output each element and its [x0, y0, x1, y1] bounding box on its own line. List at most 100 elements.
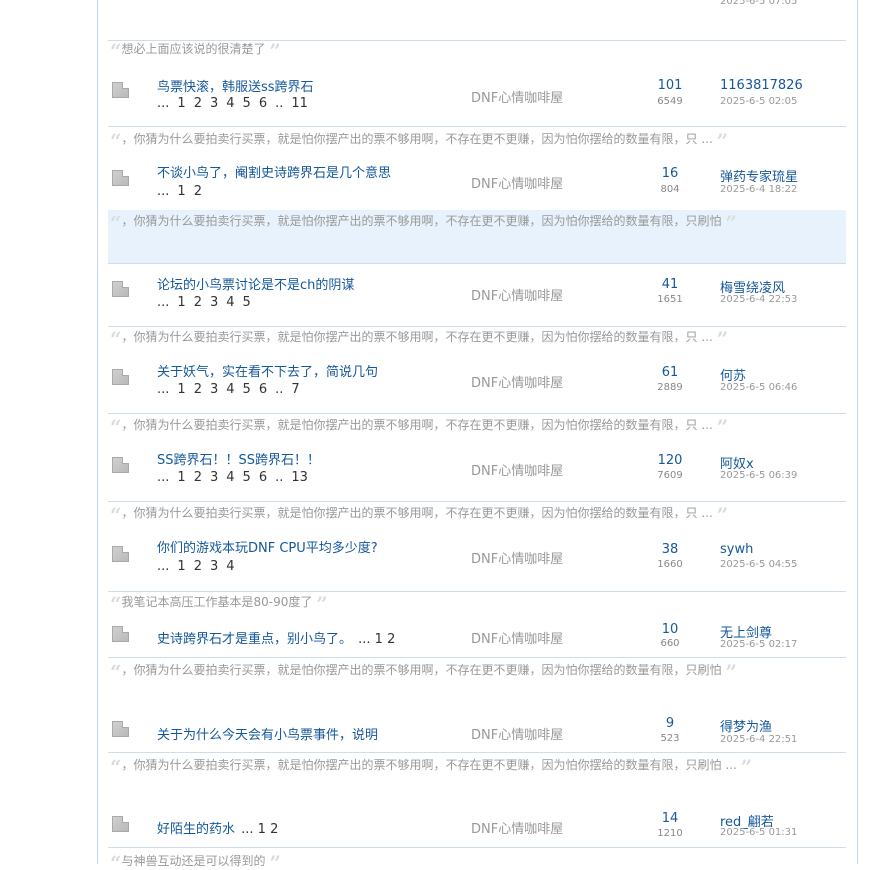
page-link[interactable]: 2	[194, 184, 202, 199]
thread-title-text[interactable]: 史诗跨界石才是重点，别小鸟了。	[157, 632, 352, 647]
page-link[interactable]: ..	[275, 96, 283, 111]
quote-open-icon: “	[110, 755, 122, 779]
page-link[interactable]: 1	[177, 184, 185, 199]
thread-inline-pages[interactable]: ... 1 2	[358, 632, 395, 647]
doc-icon	[112, 721, 129, 737]
thread-inline-pages[interactable]: ... 1 2	[241, 822, 278, 837]
page-link[interactable]: ...	[157, 382, 169, 397]
page-link[interactable]: ...	[157, 295, 169, 310]
page-link[interactable]: 5	[243, 295, 251, 310]
reply-count[interactable]: 101	[638, 78, 702, 93]
reply-count[interactable]: 41	[638, 277, 702, 292]
forum-link[interactable]: DNF心情咖啡屋	[471, 372, 563, 391]
forum-link[interactable]: DNF心情咖啡屋	[471, 460, 563, 479]
page-link[interactable]: 2	[194, 559, 202, 574]
last-poster-link[interactable]: sywh	[720, 542, 753, 557]
view-count: 2889	[657, 382, 683, 393]
quote-preview: “，你猜为什么要拍卖行买票，就是怕你摆产出的票不够用啊，不存在更不更赚，因为怕你…	[108, 659, 846, 711]
page-link[interactable]: ..	[275, 470, 283, 485]
view-count: 804	[660, 184, 680, 195]
last-poster-link[interactable]: 弹药专家琉星	[720, 166, 798, 185]
quote-open-icon: “	[110, 129, 122, 152]
forum-link[interactable]: DNF心情咖啡屋	[471, 173, 563, 192]
page-link[interactable]: 1	[177, 382, 185, 397]
page-link[interactable]: 5	[243, 382, 251, 397]
page-link[interactable]: 7	[291, 382, 299, 397]
page-link[interactable]: 3	[210, 382, 218, 397]
quote-text: 我笔记本高压工作基本是80-90度了	[121, 595, 313, 609]
quote-text: ，你猜为什么要拍卖行买票，就是怕你摆产出的票不够用啊，不存在更不更赚，因为怕你摆…	[121, 132, 713, 146]
thread-title-link[interactable]: 好陌生的药水 ... 1 2	[157, 818, 278, 837]
thread-title-link[interactable]: 你们的游戏本玩DNF CPU平均多少度?	[157, 537, 378, 556]
page-link[interactable]: ...	[157, 470, 169, 485]
page-link[interactable]: 6	[259, 470, 267, 485]
page-link[interactable]: ...	[157, 559, 169, 574]
thread-title-link[interactable]: 关于妖气，实在看不下去了，简说几句	[157, 361, 378, 380]
reply-count[interactable]: 16	[638, 166, 702, 181]
thread-title-link[interactable]: 鸟票快滚，韩服送ss跨界石	[157, 76, 314, 95]
page-link[interactable]: 1	[177, 96, 185, 111]
page-link[interactable]: 2	[194, 382, 202, 397]
page-link[interactable]: 4	[226, 559, 234, 574]
page-link[interactable]: 5	[243, 470, 251, 485]
page-link[interactable]: 1	[177, 295, 185, 310]
thread-title-text[interactable]: 论坛的小鸟票讨论是不是ch的阴谋	[157, 278, 354, 293]
forum-link[interactable]: DNF心情咖啡屋	[471, 548, 563, 567]
thread-title-text[interactable]: 不谈小鸟了，阉割史诗跨界石是几个意思	[157, 166, 391, 181]
view-count: 523	[660, 733, 680, 744]
thread-title-text[interactable]: 关于为什么今天会有小鸟票事件，说明	[157, 728, 378, 743]
page-link[interactable]: 3	[210, 559, 218, 574]
quote-close-icon: ”	[716, 327, 729, 350]
reply-count[interactable]: 38	[638, 542, 702, 557]
page-link[interactable]: 3	[210, 295, 218, 310]
thread-title-text[interactable]: 关于妖气，实在看不下去了，简说几句	[157, 365, 378, 380]
thread-title-text[interactable]: 鸟票快滚，韩服送ss跨界石	[157, 80, 314, 95]
last-poster-link[interactable]: 得梦为渔	[720, 716, 772, 735]
page-link[interactable]: 4	[226, 295, 234, 310]
thread-title-link[interactable]: 关于为什么今天会有小鸟票事件，说明	[157, 724, 378, 743]
thread-title-link[interactable]: 不谈小鸟了，阉割史诗跨界石是几个意思	[157, 162, 391, 181]
page-link[interactable]: 1	[177, 559, 185, 574]
page-link[interactable]: ...	[157, 96, 169, 111]
page-link[interactable]: 6	[259, 382, 267, 397]
thread-title-text[interactable]: 你们的游戏本玩DNF CPU平均多少度?	[157, 541, 378, 556]
page-link[interactable]: 11	[291, 96, 308, 111]
page-link[interactable]: 4	[226, 470, 234, 485]
doc-icon	[112, 170, 129, 186]
forum-link[interactable]: DNF心情咖啡屋	[471, 628, 563, 647]
quote-close-icon: ”	[316, 592, 328, 615]
page-link[interactable]: ...	[157, 184, 169, 199]
reply-count[interactable]: 10	[638, 622, 702, 637]
reply-count[interactable]: 61	[638, 365, 702, 380]
page-link[interactable]: 3	[210, 96, 218, 111]
reply-count[interactable]: 9	[638, 716, 702, 731]
page-link[interactable]: 2	[194, 96, 202, 111]
page-links: ... 1 2 3 4	[157, 559, 243, 574]
reply-count[interactable]: 120	[638, 453, 702, 468]
thread-title-text[interactable]: 好陌生的药水	[157, 822, 235, 837]
page-link[interactable]: 4	[226, 96, 234, 111]
page-link[interactable]: 2	[194, 470, 202, 485]
forum-link[interactable]: DNF心情咖啡屋	[471, 285, 563, 304]
thread-row: 小鸟票收益最终结论 ... 1 2 3DNF心情咖啡屋272767挂2025-6…	[108, 0, 846, 41]
forum-link[interactable]: DNF心情咖啡屋	[471, 87, 563, 106]
page-link[interactable]: 5	[243, 96, 251, 111]
last-poster-link[interactable]: 1163817826	[720, 78, 803, 93]
page-links: ... 1 2 3 4 5 6.. 11	[157, 96, 316, 111]
page-link[interactable]: ..	[275, 382, 283, 397]
thread-title-link[interactable]: 史诗跨界石才是重点，别小鸟了。 ... 1 2	[157, 628, 395, 647]
page-link[interactable]: 13	[291, 470, 308, 485]
page-link[interactable]: 1	[177, 470, 185, 485]
page-link[interactable]: 6	[259, 96, 267, 111]
reply-count[interactable]: 14	[638, 811, 702, 826]
thread-row: 关于妖气，实在看不下去了，简说几句... 1 2 3 4 5 6.. 7 DNF心情咖啡屋 61 2…	[108, 353, 846, 414]
thread-title-link[interactable]: SS跨界石！！SS跨界石！！	[157, 449, 320, 468]
page-link[interactable]: 4	[226, 382, 234, 397]
page-link[interactable]: 2	[194, 295, 202, 310]
forum-link[interactable]: DNF心情咖啡屋	[471, 724, 563, 743]
quote-close-icon: ”	[269, 851, 281, 870]
thread-title-link[interactable]: 论坛的小鸟票讨论是不是ch的阴谋	[157, 274, 354, 293]
forum-link[interactable]: DNF心情咖啡屋	[471, 818, 563, 837]
page-link[interactable]: 3	[210, 470, 218, 485]
thread-title-text[interactable]: SS跨界石！！SS跨界石！！	[157, 453, 320, 468]
